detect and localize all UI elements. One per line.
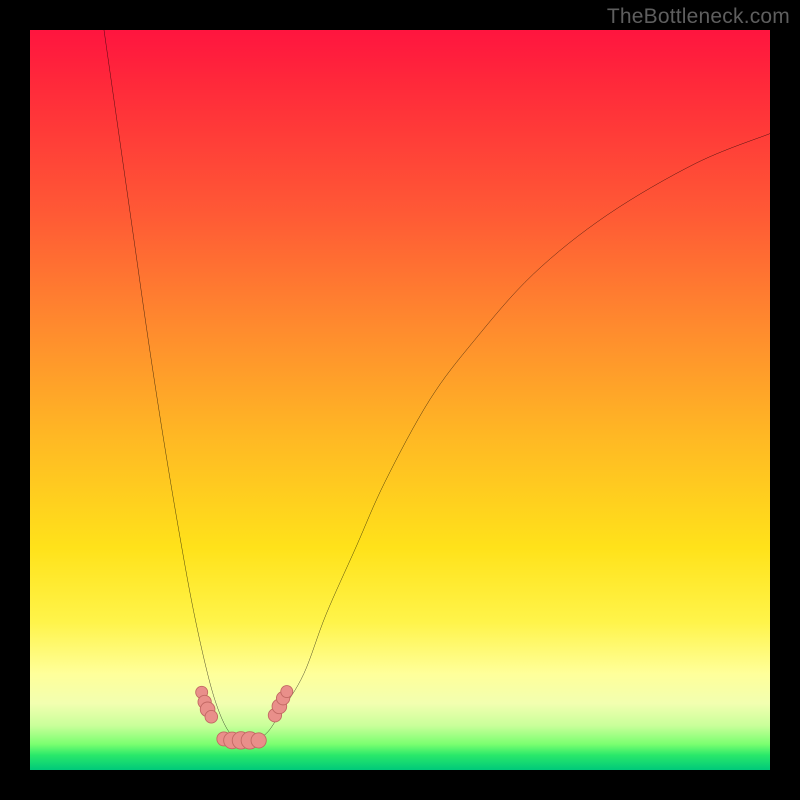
chart-stage: TheBottleneck.com [0, 0, 800, 800]
plot-area [30, 30, 770, 770]
chart-svg [30, 30, 770, 770]
marker-dot [251, 733, 266, 748]
watermark-text: TheBottleneck.com [607, 5, 790, 29]
marker-group [196, 686, 293, 749]
bottleneck-curve [104, 30, 770, 741]
marker-dot [281, 686, 293, 698]
marker-dot [205, 710, 218, 723]
